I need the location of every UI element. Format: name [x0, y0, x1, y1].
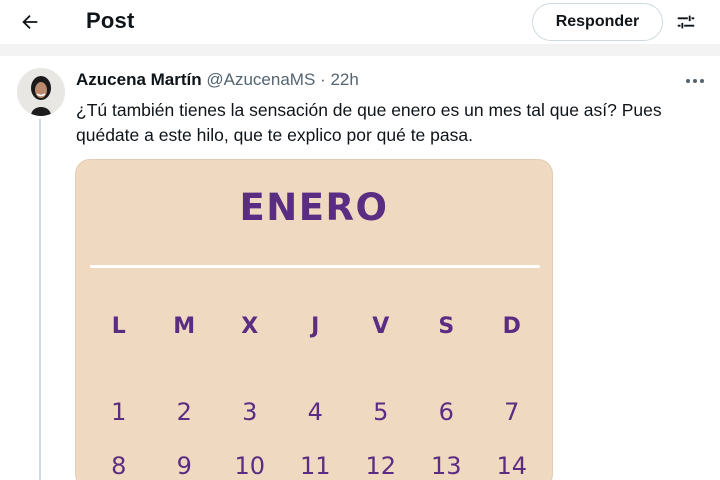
calendar-day: 8 [111, 452, 127, 480]
weekday-label: L [111, 314, 126, 339]
weekday-label: X [241, 314, 259, 339]
calendar-day: 3 [242, 398, 258, 426]
post: Azucena Martín @AzucenaMS · 22h ¿Tú tamb… [0, 56, 720, 480]
calendar-month: ENERO [239, 186, 389, 229]
calendar-day: 13 [430, 452, 462, 480]
reply-button[interactable]: Responder [532, 3, 663, 41]
calendar-day: 10 [234, 452, 266, 480]
page-title: Post [86, 8, 135, 33]
author-handle[interactable]: @AzucenaMS [206, 70, 315, 89]
post-header: Azucena Martín @AzucenaMS · 22h [76, 70, 359, 90]
sliders-icon [677, 15, 695, 29]
timestamp[interactable]: 22h [330, 70, 358, 89]
more-options-button[interactable] [680, 68, 710, 94]
post-image[interactable]: ENERO L M X J V S D 1 2 3 4 5 6 7 8 9 10… [75, 159, 553, 480]
calendar-day: 4 [307, 398, 323, 426]
calendar-day: 1 [111, 398, 127, 426]
weekday-label: S [438, 314, 455, 339]
calendar-day: 2 [176, 398, 192, 426]
author-name[interactable]: Azucena Martín [76, 70, 202, 89]
weekday-label: D [502, 314, 521, 339]
arrow-left-icon [22, 14, 38, 30]
thread-line [39, 119, 41, 480]
weekday-label: M [173, 314, 196, 339]
settings-button[interactable] [668, 4, 704, 40]
back-button[interactable] [12, 4, 48, 40]
calendar-day: 14 [496, 452, 528, 480]
calendar-weekdays: L M X J V S D [86, 314, 546, 339]
more-horizontal-icon [686, 79, 704, 83]
calendar-divider [90, 265, 540, 268]
avatar[interactable] [17, 68, 65, 116]
calendar-day: 11 [299, 452, 331, 480]
post-text: ¿Tú también tienes la sensación de que e… [76, 100, 662, 145]
calendar-week: 8 9 10 11 12 13 14 [86, 452, 546, 480]
calendar-day: 9 [176, 452, 192, 480]
calendar-day: 7 [504, 398, 520, 426]
calendar-week: 1 2 3 4 5 6 7 [86, 398, 546, 426]
calendar-day: 12 [365, 452, 397, 480]
calendar-day: 6 [438, 398, 454, 426]
weekday-label: J [311, 314, 320, 339]
weekday-label: V [372, 314, 390, 339]
separator: · [320, 70, 326, 89]
section-divider [0, 44, 720, 56]
calendar-day: 5 [373, 398, 389, 426]
top-bar: Post Responder [0, 0, 720, 44]
